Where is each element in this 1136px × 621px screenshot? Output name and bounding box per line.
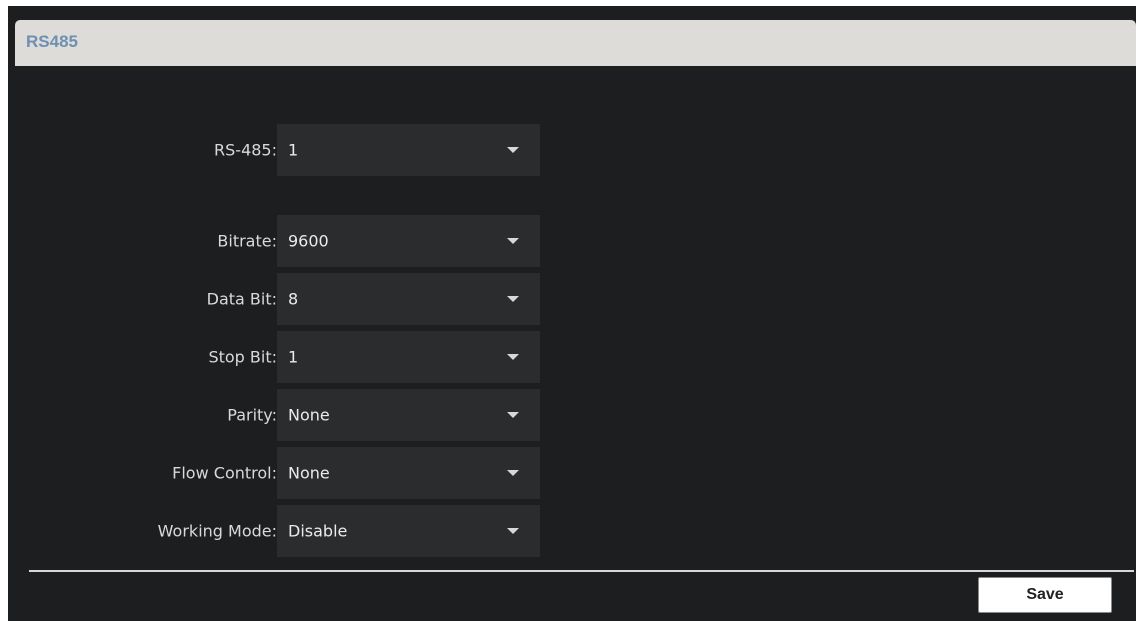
working-mode-select[interactable]: Disable [277, 505, 540, 557]
rs485-panel: RS485 RS-485: 1 Bitrate: 9600 Data Bit: … [8, 6, 1136, 621]
working-mode-label: Working Mode: [157, 521, 277, 541]
chevron-down-icon [507, 238, 519, 244]
stop-bit-label: Stop Bit: [208, 347, 277, 367]
panel-title-bar: RS485 [15, 20, 1136, 66]
footer-divider [29, 570, 1134, 572]
bitrate-value: 9600 [288, 231, 329, 251]
parity-select[interactable]: None [277, 389, 540, 441]
rs485-value: 1 [288, 140, 299, 160]
stop-bit-value: 1 [288, 347, 299, 367]
chevron-down-icon [507, 296, 519, 302]
data-bit-select[interactable]: 8 [277, 273, 540, 325]
chevron-down-icon [507, 528, 519, 534]
working-mode-value: Disable [288, 521, 348, 541]
flow-control-select[interactable]: None [277, 447, 540, 499]
chevron-down-icon [507, 354, 519, 360]
save-button[interactable]: Save [978, 577, 1112, 613]
panel-title: RS485 [26, 32, 78, 51]
stop-bit-select[interactable]: 1 [277, 331, 540, 383]
chevron-down-icon [507, 412, 519, 418]
bitrate-select[interactable]: 9600 [277, 215, 540, 267]
rs485-select[interactable]: 1 [277, 124, 540, 176]
flow-control-label: Flow Control: [172, 463, 277, 483]
data-bit-value: 8 [288, 289, 299, 309]
rs485-label: RS-485: [214, 140, 277, 160]
data-bit-label: Data Bit: [206, 289, 277, 309]
parity-value: None [288, 405, 330, 425]
chevron-down-icon [507, 470, 519, 476]
flow-control-value: None [288, 463, 330, 483]
bitrate-label: Bitrate: [217, 231, 277, 251]
parity-label: Parity: [227, 405, 277, 425]
chevron-down-icon [507, 147, 519, 153]
